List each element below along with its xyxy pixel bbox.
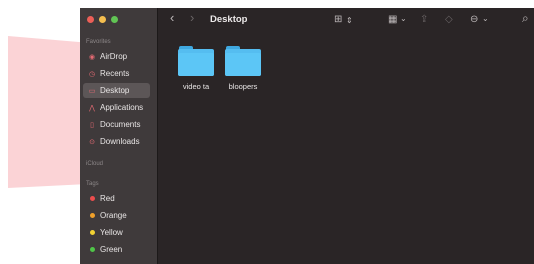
share-icon[interactable]: ⇪ (420, 14, 428, 26)
sidebar-item-applications[interactable]: ⋀ Applications (83, 100, 150, 115)
sidebar-tag-yellow[interactable]: Yellow (83, 225, 150, 240)
sidebar-item-downloads[interactable]: ⊙ Downloads (83, 134, 150, 149)
file-name: bloopers (228, 82, 258, 91)
sidebar-tag-red[interactable]: Red (83, 191, 150, 206)
group-chevron-icon[interactable]: ⌄ (400, 13, 407, 25)
tag-label: Green (100, 245, 123, 254)
airdrop-icon: ◉ (88, 53, 96, 61)
icloud-label: iCloud (86, 161, 104, 167)
sidebar: Favorites ◉ AirDrop ◷ Recents ▭ Desktop … (80, 8, 158, 264)
action-chevron-icon[interactable]: ⌄ (482, 13, 489, 25)
file-name: video ta (182, 82, 210, 91)
folder-icon (225, 46, 261, 76)
document-icon: ▯ (90, 121, 94, 129)
view-options-chevron-icon[interactable]: ⇕ (346, 15, 353, 27)
desktop-icon: ▭ (88, 87, 96, 95)
sidebar-item-airdrop[interactable]: ◉ AirDrop (83, 49, 150, 64)
sidebar-item-label: Desktop (100, 86, 130, 95)
minimize-button[interactable] (99, 16, 106, 23)
group-icon[interactable]: ▦ (388, 14, 397, 26)
forward-icon[interactable]: › (190, 11, 194, 24)
red-tag-dot-icon (89, 196, 95, 201)
window-controls (87, 16, 118, 23)
finder-window: Favorites ◉ AirDrop ◷ Recents ▭ Desktop … (80, 8, 534, 264)
toolbar: ‹ › Desktop ⊞ ⇕ ▦ ⌄ ⇪ ◇ ⊖ ⌄ ⌕ (158, 8, 534, 34)
tag-icon[interactable]: ◇ (445, 14, 453, 26)
sidebar-tag-orange[interactable]: Orange (83, 208, 150, 223)
action-icon[interactable]: ⊖ (470, 14, 478, 26)
clock-icon: ◷ (88, 70, 96, 78)
sidebar-item-label: Applications (100, 103, 144, 112)
sidebar-item-recents[interactable]: ◷ Recents (83, 66, 150, 81)
file-area: video ta bloopers (158, 34, 534, 264)
tag-label: Orange (100, 211, 127, 220)
window-title: Desktop (210, 14, 248, 25)
search-icon[interactable]: ⌕ (522, 12, 529, 24)
icon-view-icon[interactable]: ⊞ (334, 14, 342, 26)
sidebar-item-label: Documents (100, 120, 141, 129)
tag-label: Red (100, 194, 115, 203)
applications-icon: ⋀ (89, 104, 95, 112)
sidebar-item-documents[interactable]: ▯ Documents (83, 117, 150, 132)
sidebar-item-label: AirDrop (100, 52, 128, 61)
folder-icon (178, 46, 214, 76)
sidebar-tag-green[interactable]: Green (83, 242, 150, 257)
yellow-tag-dot-icon (89, 230, 95, 235)
tag-label: Yellow (100, 228, 123, 237)
tags-label: Tags (86, 181, 99, 187)
orange-tag-dot-icon (89, 213, 95, 218)
back-icon[interactable]: ‹ (170, 11, 174, 24)
close-button[interactable] (87, 16, 94, 23)
green-tag-dot-icon (89, 247, 95, 252)
folder-item-bloopers[interactable]: bloopers (221, 46, 265, 91)
folder-item-video-ta[interactable]: video ta (174, 46, 218, 91)
favorites-label: Favorites (86, 39, 111, 45)
sidebar-item-label: Recents (100, 69, 130, 78)
sidebar-item-label: Downloads (100, 137, 140, 146)
sidebar-item-desktop[interactable]: ▭ Desktop (83, 83, 150, 98)
zoom-button[interactable] (111, 16, 118, 23)
download-icon: ⊙ (89, 138, 95, 146)
